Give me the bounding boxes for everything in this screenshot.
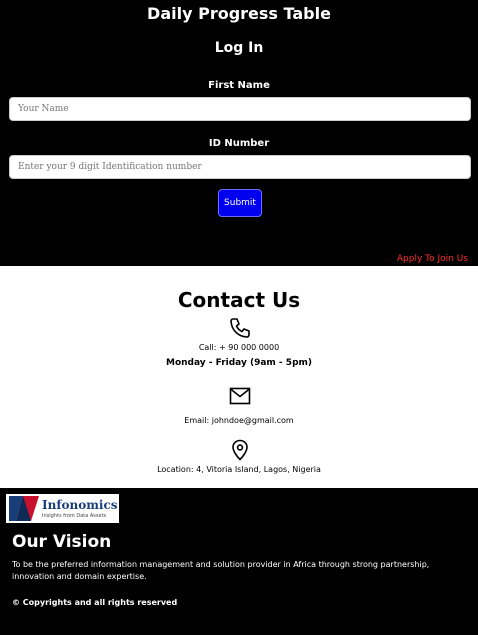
- email-text: Email: johndoe@gmail.com: [184, 416, 294, 425]
- first-name-input[interactable]: [9, 97, 471, 121]
- logo-mark-icon: [9, 496, 39, 521]
- logo-name: Infonomics: [42, 498, 118, 512]
- id-number-input[interactable]: [9, 155, 471, 179]
- phone-text: Call: + 90 000 0000: [198, 343, 280, 352]
- logo-tagline: Insights from Data Assets: [42, 513, 107, 519]
- copyright-text: © Copyrights and all rights reserved: [12, 598, 178, 607]
- id-number-label: ID Number: [208, 138, 270, 149]
- location-text: Location: 4, Vitoria Island, Lagos, Nige…: [157, 465, 321, 474]
- apply-to-join-link[interactable]: Apply To Join Us: [397, 254, 468, 264]
- contact-section: Contact Us Call: + 90 000 0000 Monday - …: [0, 266, 478, 488]
- footer: Infonomics Insights from Data Assets Our…: [0, 488, 478, 635]
- vision-heading: Our Vision: [12, 532, 112, 552]
- vision-text: To be the preferred information manageme…: [12, 560, 430, 581]
- phone-icon: [230, 318, 250, 338]
- office-hours-text: Monday - Friday (9am - 5pm): [165, 358, 312, 368]
- first-name-label: First Name: [208, 80, 270, 91]
- login-section: Daily Progress Table Log In First Name I…: [0, 0, 478, 266]
- page-title: Daily Progress Table: [147, 4, 331, 23]
- infonomics-logo: Infonomics Insights from Data Assets: [6, 494, 119, 523]
- contact-heading: Contact Us: [177, 288, 301, 312]
- location-pin-icon: [232, 439, 248, 461]
- login-heading: Log In: [214, 40, 264, 56]
- submit-button[interactable]: Submit: [218, 189, 262, 217]
- mail-icon: [229, 387, 251, 405]
